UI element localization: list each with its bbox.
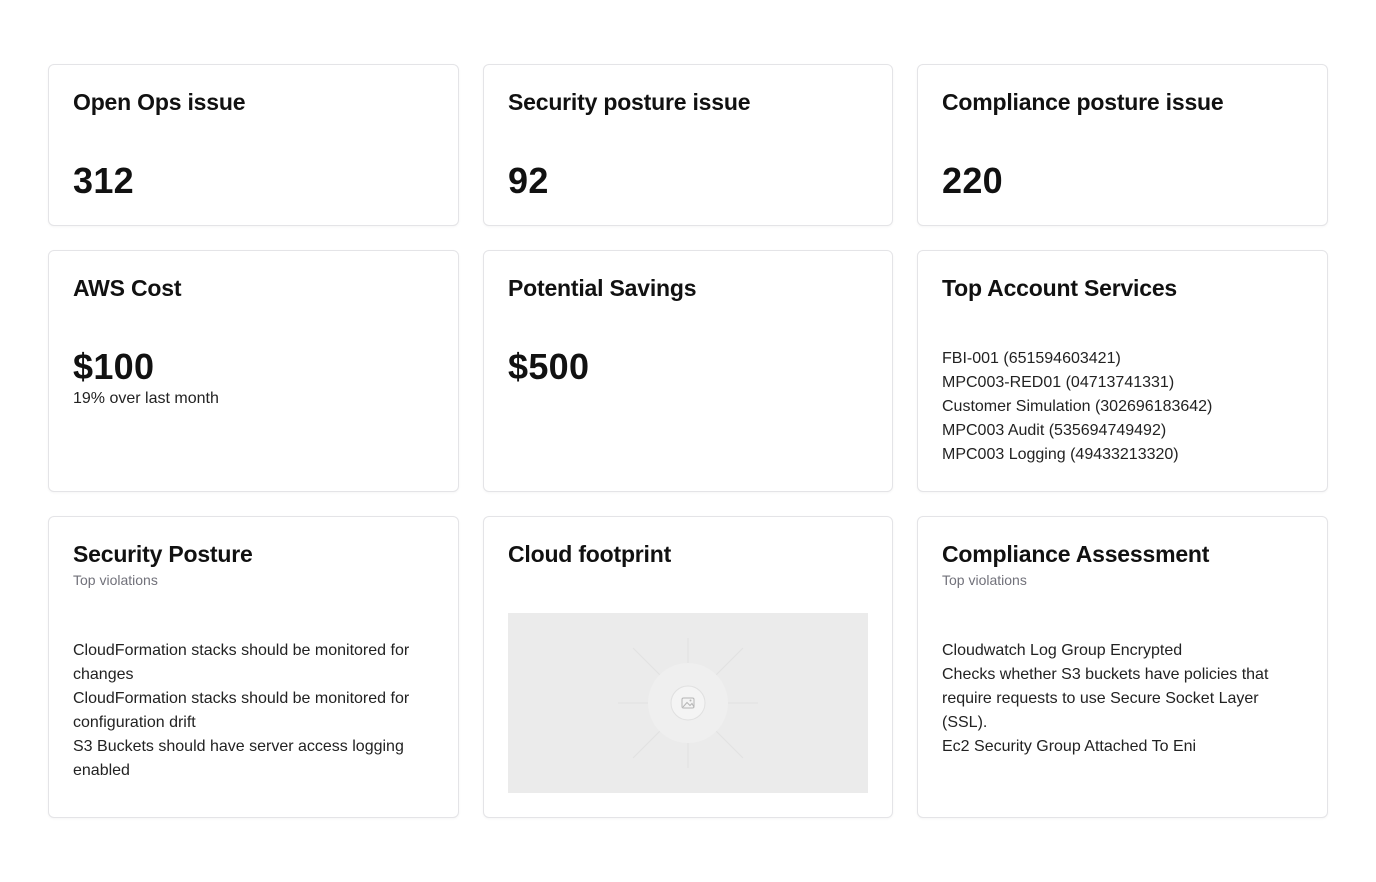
image-placeholder-icon — [618, 638, 758, 768]
aws-cost-value: $100 — [73, 346, 155, 387]
potential-savings-value: $500 — [508, 346, 590, 387]
aws-cost-card[interactable]: AWS Cost $100 19% over last month — [48, 250, 459, 492]
violation-item[interactable]: CloudFormation stacks should be monitore… — [73, 639, 434, 687]
security-posture-issue-card[interactable]: Security posture issue 92 — [483, 64, 893, 226]
cloud-footprint-image-placeholder — [508, 613, 868, 793]
violation-item[interactable]: Checks whether S3 buckets have policies … — [942, 663, 1303, 735]
violation-list: Cloudwatch Log Group Encrypted Checks wh… — [942, 639, 1303, 759]
account-item[interactable]: FBI-001 (651594603421) — [942, 347, 1303, 371]
account-item[interactable]: MPC003 Audit (535694749492) — [942, 419, 1303, 443]
dashboard-grid: Open Ops issue 312 Security posture issu… — [48, 64, 1328, 818]
card-title: Potential Savings — [508, 275, 697, 301]
compliance-posture-issue-count: 220 — [942, 160, 1003, 201]
violation-item[interactable]: S3 Buckets should have server access log… — [73, 735, 434, 783]
card-title: Compliance Assessment — [942, 541, 1210, 567]
card-title: Top Account Services — [942, 275, 1178, 301]
account-list: FBI-001 (651594603421) MPC003-RED01 (047… — [942, 347, 1303, 467]
violation-item[interactable]: Cloudwatch Log Group Encrypted — [942, 639, 1303, 663]
violation-item[interactable]: CloudFormation stacks should be monitore… — [73, 687, 434, 735]
card-subtitle: Top violations — [73, 572, 158, 588]
card-title: Open Ops issue — [73, 89, 246, 115]
cloud-footprint-card[interactable]: Cloud footprint — [483, 516, 893, 818]
open-ops-issue-card[interactable]: Open Ops issue 312 — [48, 64, 459, 226]
compliance-assessment-card[interactable]: Compliance Assessment Top violations Clo… — [917, 516, 1328, 818]
account-item[interactable]: MPC003-RED01 (04713741331) — [942, 371, 1303, 395]
card-title: Security Posture — [73, 541, 253, 567]
violation-item[interactable]: Ec2 Security Group Attached To Eni — [942, 735, 1303, 759]
account-item[interactable]: MPC003 Logging (49433213320) — [942, 443, 1303, 467]
account-item[interactable]: Customer Simulation (302696183642) — [942, 395, 1303, 419]
compliance-posture-issue-card[interactable]: Compliance posture issue 220 — [917, 64, 1328, 226]
aws-cost-trend-note: 19% over last month — [73, 390, 219, 407]
card-title: Compliance posture issue — [942, 89, 1224, 115]
card-title: Cloud footprint — [508, 541, 672, 567]
open-ops-issue-count: 312 — [73, 160, 134, 201]
security-posture-card[interactable]: Security Posture Top violations CloudFor… — [48, 516, 459, 818]
security-posture-issue-count: 92 — [508, 160, 549, 201]
card-subtitle: Top violations — [942, 572, 1027, 588]
violation-list: CloudFormation stacks should be monitore… — [73, 639, 434, 783]
potential-savings-card[interactable]: Potential Savings $500 — [483, 250, 893, 492]
card-title: Security posture issue — [508, 89, 751, 115]
top-account-services-card[interactable]: Top Account Services FBI-001 (6515946034… — [917, 250, 1328, 492]
card-title: AWS Cost — [73, 275, 182, 301]
